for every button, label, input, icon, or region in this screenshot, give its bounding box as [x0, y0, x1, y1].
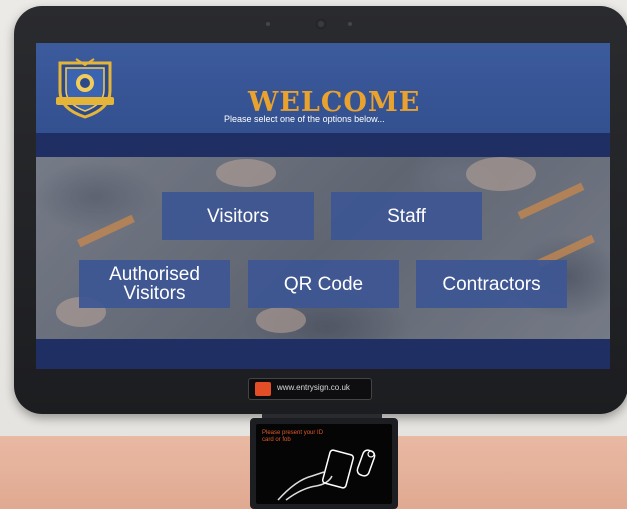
visitors-button[interactable]: Visitors — [162, 192, 314, 240]
welcome-header: WELCOME Please select one of the options… — [36, 43, 610, 133]
card-tap-icon — [277, 449, 376, 501]
footer-strip — [36, 339, 610, 369]
entrysign-badge: www.entrysign.co.uk — [248, 378, 372, 400]
card-reader-panel[interactable]: Please present your ID card or fob — [256, 424, 392, 504]
camera-icon — [316, 19, 326, 29]
qr-code-button[interactable]: QR Code — [248, 260, 399, 308]
reader-instruction: Please present your ID card or fob — [262, 430, 324, 443]
authorised-visitors-button[interactable]: Authorised Visitors — [79, 260, 230, 308]
header-strip — [36, 133, 610, 157]
kiosk-tablet: WELCOME Please select one of the options… — [14, 6, 627, 414]
contractors-button[interactable]: Contractors — [416, 260, 567, 308]
staff-button[interactable]: Staff — [331, 192, 482, 240]
welcome-subtitle: Please select one of the options below..… — [224, 114, 385, 124]
kiosk-screen: WELCOME Please select one of the options… — [36, 43, 610, 369]
photo-overlay — [36, 157, 610, 339]
brand-url: www.entrysign.co.uk — [277, 383, 350, 392]
entrysign-logo-icon — [255, 382, 271, 396]
sensor-dot — [266, 22, 270, 26]
card-reader: Please present your ID card or fob — [250, 418, 398, 509]
sensor-dot — [348, 22, 352, 26]
background-photo: Visitors Staff Authorised Visitors QR Co… — [36, 157, 610, 339]
school-crest-icon — [56, 58, 114, 119]
